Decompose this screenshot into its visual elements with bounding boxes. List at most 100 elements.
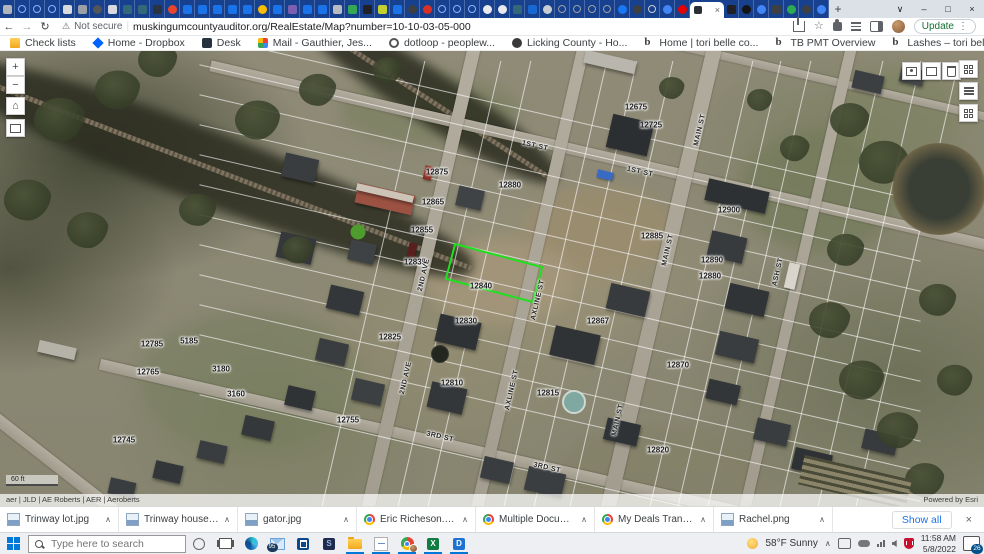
- reading-list-icon[interactable]: [850, 22, 861, 31]
- antivirus-shield-icon[interactable]: [903, 538, 914, 549]
- taskbar-clock[interactable]: 11:58 AM 5/8/2022: [921, 533, 956, 553]
- bookmark-item[interactable]: Check lists: [10, 37, 76, 49]
- browser-tab[interactable]: [210, 0, 225, 18]
- grid-view-button[interactable]: [959, 104, 978, 122]
- bookmark-item[interactable]: Licking County - Ho...: [512, 37, 627, 49]
- store-app[interactable]: [290, 533, 316, 554]
- file-explorer-app[interactable]: [342, 533, 368, 554]
- reload-button[interactable]: ↻: [36, 20, 54, 33]
- export-image-button[interactable]: [902, 62, 921, 80]
- back-button[interactable]: ←: [0, 21, 18, 33]
- browser-tab[interactable]: [120, 0, 135, 18]
- forward-button[interactable]: →: [18, 21, 36, 33]
- browser-tab[interactable]: [345, 0, 360, 18]
- browser-tab[interactable]: [495, 0, 510, 18]
- tray-app-icon[interactable]: [837, 538, 851, 549]
- chrome-app[interactable]: [394, 533, 420, 554]
- side-panel-icon[interactable]: [869, 21, 883, 32]
- browser-tab[interactable]: [195, 0, 210, 18]
- new-tab-button[interactable]: +: [829, 2, 847, 16]
- browser-tab[interactable]: [285, 0, 300, 18]
- download-item[interactable]: Trinway house.jpg ∧: [119, 507, 238, 532]
- bookmark-item[interactable]: b TB PMT Overview: [775, 37, 875, 50]
- browser-tab[interactable]: [540, 0, 555, 18]
- start-button[interactable]: [0, 533, 26, 554]
- browser-tab[interactable]: [135, 0, 150, 18]
- browser-tab[interactable]: [315, 0, 330, 18]
- browser-tab[interactable]: [525, 0, 540, 18]
- browser-tab[interactable]: [240, 0, 255, 18]
- bookmark-item[interactable]: dotloop - peoplew...: [388, 37, 495, 49]
- browser-tab[interactable]: [105, 0, 120, 18]
- tab-close-icon[interactable]: ×: [715, 5, 720, 15]
- settings-button[interactable]: [959, 60, 978, 78]
- browser-tab[interactable]: [675, 0, 690, 18]
- browser-tab[interactable]: [270, 0, 285, 18]
- weather-label[interactable]: 58°F Sunny: [765, 538, 817, 549]
- layers-button[interactable]: [959, 82, 978, 100]
- maximize-button[interactable]: □: [936, 0, 960, 18]
- close-button[interactable]: ×: [960, 0, 984, 18]
- update-button[interactable]: Update ⋮: [913, 19, 976, 34]
- d-app[interactable]: D: [446, 533, 472, 554]
- tab-search-button[interactable]: ∨: [888, 0, 912, 18]
- browser-tab[interactable]: [510, 0, 525, 18]
- browser-tab[interactable]: [90, 0, 105, 18]
- download-expand-icon[interactable]: ∧: [700, 515, 706, 524]
- browser-tab[interactable]: [660, 0, 675, 18]
- edge-app[interactable]: [238, 533, 264, 554]
- browser-tab[interactable]: [330, 0, 345, 18]
- download-item[interactable]: My Deals Transacti....pdf ∧: [595, 507, 714, 532]
- download-expand-icon[interactable]: ∧: [224, 515, 230, 524]
- browser-tab[interactable]: [225, 0, 240, 18]
- download-expand-icon[interactable]: ∧: [462, 515, 468, 524]
- browser-tab[interactable]: [769, 0, 784, 18]
- browser-tab[interactable]: [600, 0, 615, 18]
- download-item[interactable]: Trinway lot.jpg ∧: [0, 507, 119, 532]
- show-all-downloads-button[interactable]: Show all: [891, 510, 952, 529]
- browser-tab[interactable]: [420, 0, 435, 18]
- s-app[interactable]: S: [316, 533, 342, 554]
- network-icon[interactable]: [876, 540, 885, 547]
- browser-tab[interactable]: [615, 0, 630, 18]
- notes-app[interactable]: [368, 533, 394, 554]
- browser-tab[interactable]: [165, 0, 180, 18]
- home-extent-button[interactable]: ⌂: [6, 97, 25, 115]
- browser-tab[interactable]: [465, 0, 480, 18]
- browser-tab[interactable]: [739, 0, 754, 18]
- share-icon[interactable]: [792, 17, 805, 32]
- zoom-in-button[interactable]: +: [6, 58, 25, 76]
- browser-tab[interactable]: [405, 0, 420, 18]
- browser-tab[interactable]: [0, 0, 15, 18]
- browser-tab[interactable]: [435, 0, 450, 18]
- browser-tab[interactable]: [360, 0, 375, 18]
- browser-tab[interactable]: [480, 0, 495, 18]
- browser-tab[interactable]: [375, 0, 390, 18]
- browser-tab[interactable]: [630, 0, 645, 18]
- search-input[interactable]: [49, 536, 168, 551]
- browser-tab[interactable]: [75, 0, 90, 18]
- browser-tab[interactable]: [45, 0, 60, 18]
- onedrive-icon[interactable]: [857, 540, 870, 547]
- download-item[interactable]: Rachel.png ∧: [714, 507, 833, 532]
- browser-tab[interactable]: [555, 0, 570, 18]
- task-view-button[interactable]: [212, 533, 238, 554]
- menu-kebab-icon[interactable]: ⋮: [958, 21, 968, 32]
- bookmark-item[interactable]: b Home | tori belle co...: [644, 37, 758, 50]
- print-button[interactable]: [6, 119, 25, 137]
- download-expand-icon[interactable]: ∧: [343, 515, 349, 524]
- browser-tab[interactable]: [585, 0, 600, 18]
- browser-tab[interactable]: [390, 0, 405, 18]
- download-expand-icon[interactable]: ∧: [105, 515, 111, 524]
- active-tab[interactable]: ×: [690, 2, 724, 18]
- bookmark-item[interactable]: Mail - Gauthier, Jes...: [257, 37, 372, 49]
- browser-tab[interactable]: [300, 0, 315, 18]
- excel-app[interactable]: X: [420, 533, 446, 554]
- browser-tab[interactable]: [754, 0, 769, 18]
- browser-tab[interactable]: [724, 0, 739, 18]
- mail-app[interactable]: 95: [264, 533, 290, 554]
- browser-tab[interactable]: [570, 0, 585, 18]
- browser-tab[interactable]: [180, 0, 195, 18]
- download-expand-icon[interactable]: ∧: [581, 515, 587, 524]
- extensions-icon[interactable]: [832, 19, 842, 31]
